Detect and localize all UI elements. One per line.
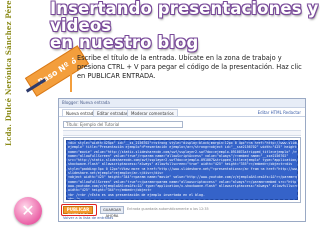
code-line: ejemplo" title="Presentación ejemplo">Pr…	[68, 145, 298, 150]
screenshot-topbar-text: Blogger: Nueva entrada	[62, 100, 110, 105]
autosave-note: Entrada guardada automáticamente a las 1…	[127, 207, 209, 211]
pasted-code-selection: <div style="width:425px" id="__ss_215670…	[66, 140, 298, 200]
title-line-2: en nuestro blog	[50, 33, 199, 52]
author-strip: Lcda. Dulcé Nerónica Sánchez Pérez	[0, 0, 14, 240]
editor-toolbar	[63, 130, 301, 136]
badge-symbol: ✕	[21, 201, 35, 220]
title-line-1: Insertando presentaciones y videos	[50, 0, 319, 35]
code-line: <br />	[68, 196, 80, 200]
html-editor-area[interactable]: <div style="width:425px" id="__ss_215670…	[63, 137, 301, 203]
editor-mode-links[interactable]: Editar HTML Redactar	[258, 109, 301, 116]
blogger-screenshot: Blogger: Nueva entrada Nueva entrada Edi…	[58, 98, 306, 222]
post-title-field[interactable]: Título: Ejemplo del Tutorial	[63, 121, 183, 128]
author-name: Lcda. Dulcé Nerónica Sánchez Pérez	[4, 0, 13, 146]
screenshot-topbar: Blogger: Nueva entrada	[59, 99, 305, 108]
instruction-text: Escribe el título de la entrada. Ubícate…	[70, 54, 304, 92]
back-to-list-link[interactable]: Volver a la lista de entradas	[63, 216, 113, 220]
decorative-badge-icon: ✕	[14, 197, 42, 225]
screenshot-tabs: Nueva entrada Editar entradas Moderar co…	[59, 108, 305, 117]
save-now-button[interactable]: GUARDAR AHORA	[100, 206, 124, 218]
slide-title: Insertando presentaciones y videos en nu…	[50, 0, 320, 51]
publish-highlight-box	[61, 204, 97, 216]
tab-moderar-comentarios[interactable]: Moderar comentarios	[127, 109, 178, 116]
